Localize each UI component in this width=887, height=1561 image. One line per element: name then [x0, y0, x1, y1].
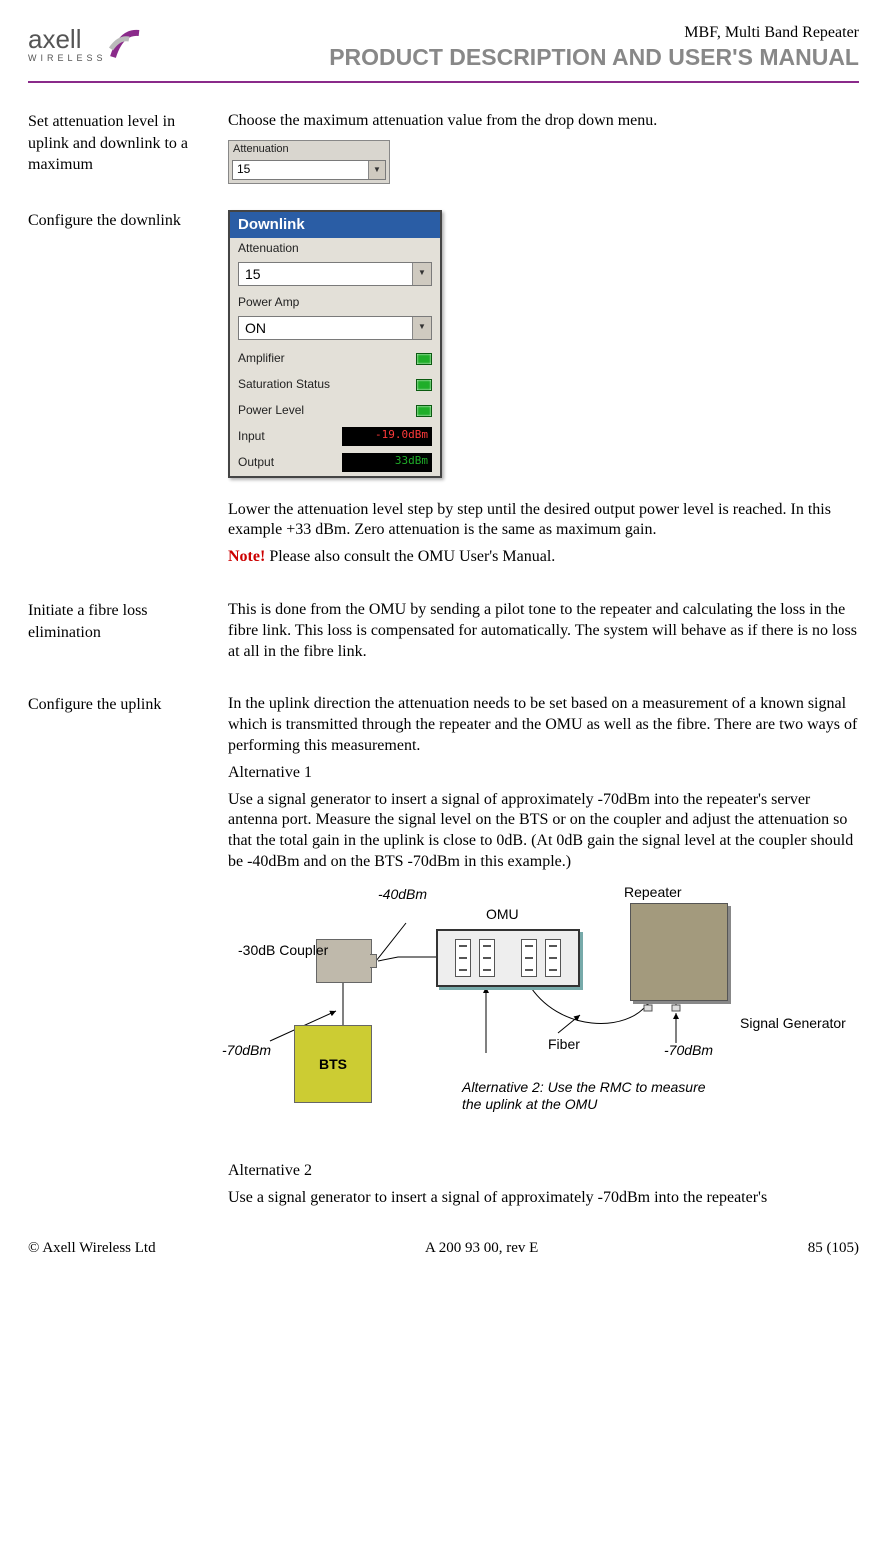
- section-configure-uplink: Configure the uplink In the uplink direc…: [28, 694, 859, 1214]
- omu-label: OMU: [486, 905, 519, 923]
- bts-box: BTS: [294, 1025, 372, 1103]
- dl-saturation-row: Saturation Status: [230, 372, 440, 398]
- dl-input-row: Input -19.0dBm: [230, 424, 440, 450]
- dl-poweramp-value: ON: [239, 319, 412, 337]
- alt2-diagram-note: Alternative 2: Use the RMC to measure th…: [462, 1079, 722, 1113]
- logo-subtext: WIRELESS: [28, 53, 107, 63]
- downlink-panel-figure: Downlink Attenuation 15 ▼ Power Amp ON ▼…: [228, 210, 442, 478]
- bts-label: BTS: [319, 1055, 347, 1073]
- logo: axell WIRELESS: [28, 24, 168, 63]
- dl-input-readout: -19.0dBm: [342, 427, 432, 446]
- attenuation-fig-label: Attenuation: [229, 141, 389, 157]
- downlink-note: Note! Please also consult the OMU User's…: [228, 547, 859, 568]
- side-label-uplink: Configure the uplink: [28, 694, 228, 716]
- side-label-attenuation: Set attenuation level in uplink and down…: [28, 111, 228, 176]
- fiber-label: Fiber: [548, 1035, 580, 1053]
- dl-powerlevel-label: Power Level: [238, 403, 304, 419]
- dl-output-readout: 33dBm: [342, 453, 432, 472]
- dl-amplifier-row: Amplifier: [230, 346, 440, 372]
- footer-right: 85 (105): [808, 1240, 859, 1257]
- footer-left: © Axell Wireless Ltd: [28, 1240, 156, 1257]
- attenuation-instruction: Choose the maximum attenuation value fro…: [228, 111, 859, 132]
- content-fibre: This is done from the OMU by sending a p…: [228, 600, 859, 668]
- doc-subtitle: MBF, Multi Band Repeater: [168, 24, 859, 42]
- dl-output-label: Output: [238, 455, 274, 471]
- section-set-attenuation: Set attenuation level in uplink and down…: [28, 111, 859, 184]
- dl-amplifier-label: Amplifier: [238, 351, 285, 367]
- led-indicator-icon: [416, 379, 432, 391]
- dl-atten-value: 15: [239, 265, 412, 283]
- downlink-instruction: Lower the attenuation level step by step…: [228, 500, 859, 542]
- dl-powerlevel-row: Power Level: [230, 398, 440, 424]
- attenuation-value: 15: [233, 162, 368, 178]
- attenuation-dropdown-figure: Attenuation 15 ▼: [228, 140, 390, 184]
- header-titles: MBF, Multi Band Repeater PRODUCT DESCRIP…: [168, 24, 859, 71]
- repeater-box: [630, 903, 728, 1001]
- uplink-intro: In the uplink direction the attenuation …: [228, 694, 859, 756]
- dl-input-label: Input: [238, 429, 265, 445]
- chevron-down-icon: ▼: [368, 161, 385, 179]
- content-uplink: In the uplink direction the attenuation …: [228, 694, 859, 1214]
- signal-generator-label: Signal Generator: [740, 1015, 846, 1032]
- section-fibre-loss: Initiate a fibre loss elimination This i…: [28, 600, 859, 668]
- uplink-alt1-body: Use a signal generator to insert a signa…: [228, 790, 859, 873]
- dl-poweramp-label: Power Amp: [230, 292, 440, 314]
- dl-output-row: Output 33dBm: [230, 450, 440, 476]
- coupler-label: -30dB Coupler: [238, 941, 310, 959]
- fibre-body: This is done from the OMU by sending a p…: [228, 600, 859, 662]
- section-configure-downlink: Configure the downlink Downlink Attenuat…: [28, 210, 859, 574]
- dl-saturation-label: Saturation Status: [238, 377, 330, 393]
- led-indicator-icon: [416, 405, 432, 417]
- side-label-fibre: Initiate a fibre loss elimination: [28, 600, 228, 643]
- chevron-down-icon: ▼: [412, 317, 431, 339]
- uplink-alt1-head: Alternative 1: [228, 763, 859, 784]
- omu-box: [436, 929, 580, 987]
- doc-title: PRODUCT DESCRIPTION AND USER'S MANUAL: [168, 44, 859, 71]
- repeater-label: Repeater: [624, 883, 682, 901]
- m70-left-label: -70dBm: [222, 1041, 271, 1059]
- content-downlink: Downlink Attenuation 15 ▼ Power Amp ON ▼…: [228, 210, 859, 574]
- side-label-downlink: Configure the downlink: [28, 210, 228, 232]
- dl-atten-label: Attenuation: [230, 238, 440, 260]
- attenuation-dropdown[interactable]: 15 ▼: [232, 160, 386, 180]
- chevron-down-icon: ▼: [412, 263, 431, 285]
- logo-icon: [109, 27, 143, 61]
- dl-atten-dropdown[interactable]: 15 ▼: [238, 262, 432, 286]
- page-footer: © Axell Wireless Ltd A 200 93 00, rev E …: [28, 1240, 859, 1257]
- dl-poweramp-dropdown[interactable]: ON ▼: [238, 316, 432, 340]
- uplink-alt2-head: Alternative 2: [228, 1161, 859, 1182]
- uplink-diagram: BTS -30dB Coupler -40dBm OMU Repeater -7…: [228, 883, 848, 1143]
- led-indicator-icon: [416, 353, 432, 365]
- footer-center: A 200 93 00, rev E: [425, 1240, 538, 1257]
- note-label: Note!: [228, 548, 265, 565]
- uplink-alt2-body: Use a signal generator to insert a signa…: [228, 1188, 859, 1209]
- m40-label: -40dBm: [378, 885, 427, 903]
- content-attenuation: Choose the maximum attenuation value fro…: [228, 111, 859, 184]
- logo-text: axell: [28, 24, 107, 55]
- page-header: axell WIRELESS MBF, Multi Band Repeater …: [28, 24, 859, 83]
- m70-right-label: -70dBm: [664, 1041, 713, 1059]
- note-body: Please also consult the OMU User's Manua…: [265, 548, 555, 565]
- downlink-panel-title: Downlink: [230, 212, 440, 238]
